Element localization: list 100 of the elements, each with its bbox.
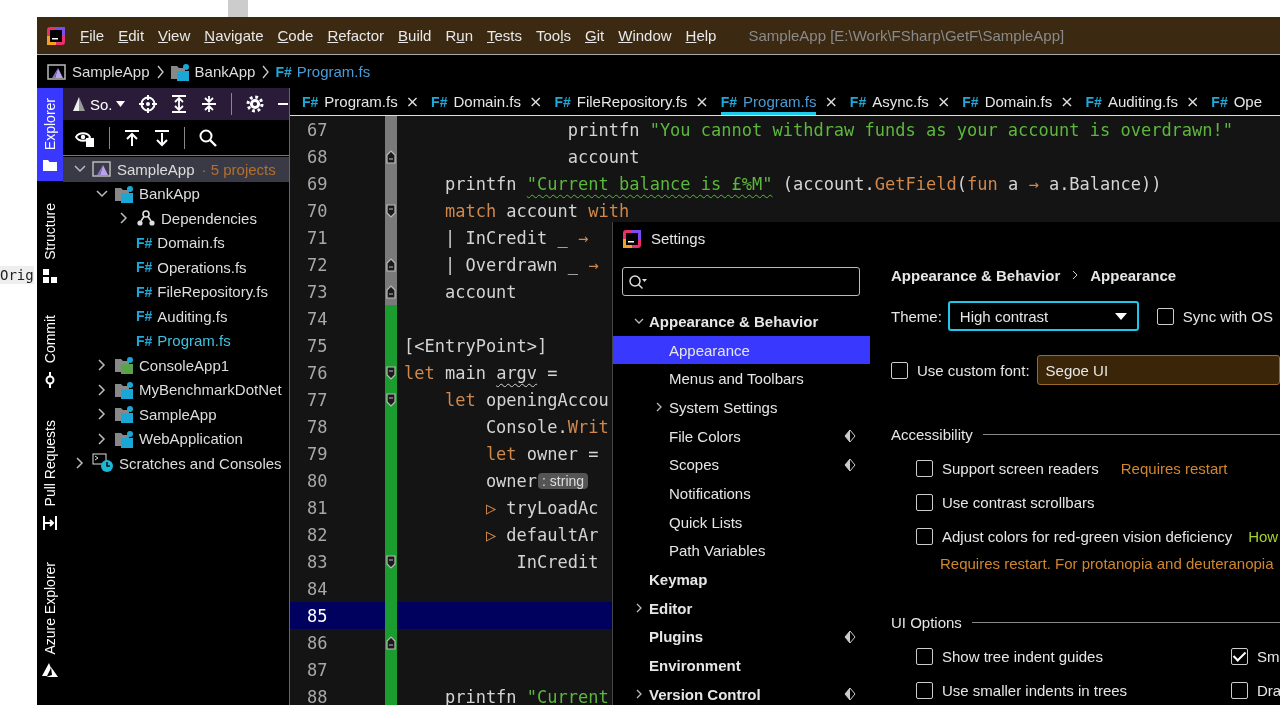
close-tab-button[interactable]: ×: [1177, 92, 1200, 111]
search-icon: [628, 273, 648, 290]
tree-item[interactable]: F# FileRepository.fs: [63, 279, 289, 304]
view-selector[interactable]: So.: [71, 95, 125, 113]
checkbox[interactable]: [1156, 307, 1174, 325]
tree-item[interactable]: SampleApp · 5 projects: [63, 157, 289, 182]
line-number: 75: [306, 335, 329, 356]
breadcrumb-item[interactable]: SampleApp: [47, 62, 150, 81]
settings-nav-item[interactable]: Scopes: [613, 450, 870, 480]
tool-window-tab[interactable]: Commit: [37, 304, 63, 399]
checkbox[interactable]: [916, 493, 933, 511]
caret-icon[interactable]: [1114, 312, 1127, 320]
checkbox[interactable]: [891, 361, 908, 379]
menu-item[interactable]: Code: [277, 27, 314, 44]
settings-nav-item[interactable]: Appearance & Behavior: [613, 307, 870, 336]
breadcrumb-item[interactable]: F# Program.fs: [275, 63, 371, 80]
editor-tab[interactable]: F# Program.fs: [302, 88, 398, 115]
close-tab-button[interactable]: ×: [687, 92, 709, 111]
checkbox[interactable]: [916, 459, 933, 477]
editor-tab[interactable]: F# Ope: [1211, 88, 1263, 115]
help-link[interactable]: How: [1248, 527, 1279, 545]
editor-tab[interactable]: F# Domain.fs: [431, 88, 521, 115]
settings-nav-item[interactable]: Quick Lists: [613, 507, 870, 537]
crosshair-icon[interactable]: [138, 95, 157, 113]
tree-item[interactable]: Dependencies: [63, 206, 289, 231]
fold-icon[interactable]: [386, 365, 396, 380]
settings-nav-item[interactable]: System Settings: [613, 393, 870, 422]
editor-tab[interactable]: F# Auditing.fs: [1085, 88, 1178, 115]
tree-item[interactable]: SampleApp: [63, 402, 289, 427]
theme-dropdown[interactable]: High contrast: [947, 301, 1139, 331]
code-line: printfn "Current balance is £%M" (account.GetField(fun a → a.Balance)): [443, 173, 1162, 194]
menu-item[interactable]: Tests: [487, 27, 522, 44]
tree-item[interactable]: BankApp: [63, 181, 289, 206]
fold-icon[interactable]: [386, 203, 396, 218]
fold-icon[interactable]: [386, 149, 396, 164]
menu-item[interactable]: Run: [445, 27, 473, 44]
tree-item[interactable]: Scratches and Consoles: [63, 451, 289, 476]
settings-nav-item[interactable]: Path Variables: [613, 536, 870, 566]
tree-item[interactable]: MyBenchmarkDotNet: [63, 377, 289, 402]
collapse-all-icon[interactable]: [200, 95, 217, 113]
settings-nav-item[interactable]: Notifications: [613, 479, 870, 508]
close-tab-button[interactable]: ×: [397, 92, 420, 111]
editor-tab[interactable]: F# Async.fs: [849, 88, 929, 115]
menu-item[interactable]: Refactor: [327, 27, 385, 44]
settings-nav-item[interactable]: Plugins: [613, 622, 870, 652]
close-tab-button[interactable]: ×: [1052, 92, 1074, 111]
settings-nav-item[interactable]: Environment: [613, 651, 870, 680]
tool-window-tab[interactable]: Pull Requests: [37, 410, 63, 540]
breadcrumb-item[interactable]: BankApp: [169, 62, 256, 81]
fold-icon[interactable]: [386, 392, 396, 407]
settings-nav-item[interactable]: File Colors: [613, 421, 870, 451]
close-tab-button[interactable]: ×: [521, 92, 543, 111]
tree-item[interactable]: ConsoleApp1: [63, 353, 289, 378]
editor-tab[interactable]: F# Program.fs: [720, 88, 817, 115]
tree-item[interactable]: F# Domain.fs: [63, 230, 289, 255]
tree-item[interactable]: WebApplication: [63, 426, 289, 451]
arrow-down-icon[interactable]: [154, 128, 170, 147]
checkbox[interactable]: [916, 681, 933, 699]
search-field[interactable]: [622, 267, 860, 296]
fold-icon[interactable]: [386, 257, 396, 272]
tree-item[interactable]: F# Operations.fs: [63, 255, 289, 280]
fold-icon[interactable]: [386, 284, 396, 299]
tool-window-tab[interactable]: Explorer: [37, 88, 63, 182]
menu-item[interactable]: Edit: [118, 27, 145, 44]
fold-icon[interactable]: [386, 635, 396, 650]
app-logo-icon: [623, 229, 641, 248]
tool-window-tab[interactable]: Structure: [37, 193, 63, 293]
search-icon[interactable]: [199, 128, 217, 147]
menu-item[interactable]: Navigate: [204, 27, 264, 44]
checkbox[interactable]: [1231, 647, 1248, 665]
editor-tab[interactable]: F# FileRepository.fs: [554, 88, 688, 115]
checkbox[interactable]: [1231, 681, 1248, 699]
menu-item[interactable]: File: [80, 27, 105, 44]
editor-tab[interactable]: F# Domain.fs: [962, 88, 1053, 115]
tree-item[interactable]: F# Program.fs: [63, 328, 289, 353]
expand-all-icon[interactable]: [170, 95, 187, 113]
settings-nav-item[interactable]: Appearance: [613, 335, 870, 365]
tree-item[interactable]: F# Auditing.fs: [63, 304, 289, 329]
settings-nav-item[interactable]: Version Control: [613, 679, 870, 705]
menu-item[interactable]: Build: [398, 27, 432, 44]
solution-icon: [47, 62, 67, 81]
section-title: Accessibility: [891, 425, 973, 443]
menu-item[interactable]: Window: [618, 27, 672, 44]
tool-window-tab[interactable]: Azure Explorer: [37, 551, 63, 688]
close-tab-button[interactable]: ×: [816, 92, 838, 111]
menu-item[interactable]: View: [158, 27, 191, 44]
menu-item[interactable]: Tools: [536, 27, 572, 44]
settings-nav-item[interactable]: Menus and Toolbars: [613, 364, 870, 394]
menu-item[interactable]: Git: [585, 27, 605, 44]
close-tab-button[interactable]: ×: [928, 92, 951, 111]
arrow-up-icon[interactable]: [124, 128, 140, 147]
fold-icon[interactable]: [386, 554, 396, 569]
checkbox[interactable]: [916, 647, 933, 665]
settings-nav-item[interactable]: Editor: [613, 593, 870, 623]
settings-nav-item[interactable]: Keymap: [613, 565, 870, 594]
menu-item[interactable]: Help: [685, 27, 717, 44]
settings-icon[interactable]: [245, 95, 264, 113]
code-line: let openingAccou: [443, 389, 609, 410]
font-field[interactable]: Segoe UI: [1036, 355, 1280, 385]
checkbox[interactable]: [916, 527, 933, 545]
